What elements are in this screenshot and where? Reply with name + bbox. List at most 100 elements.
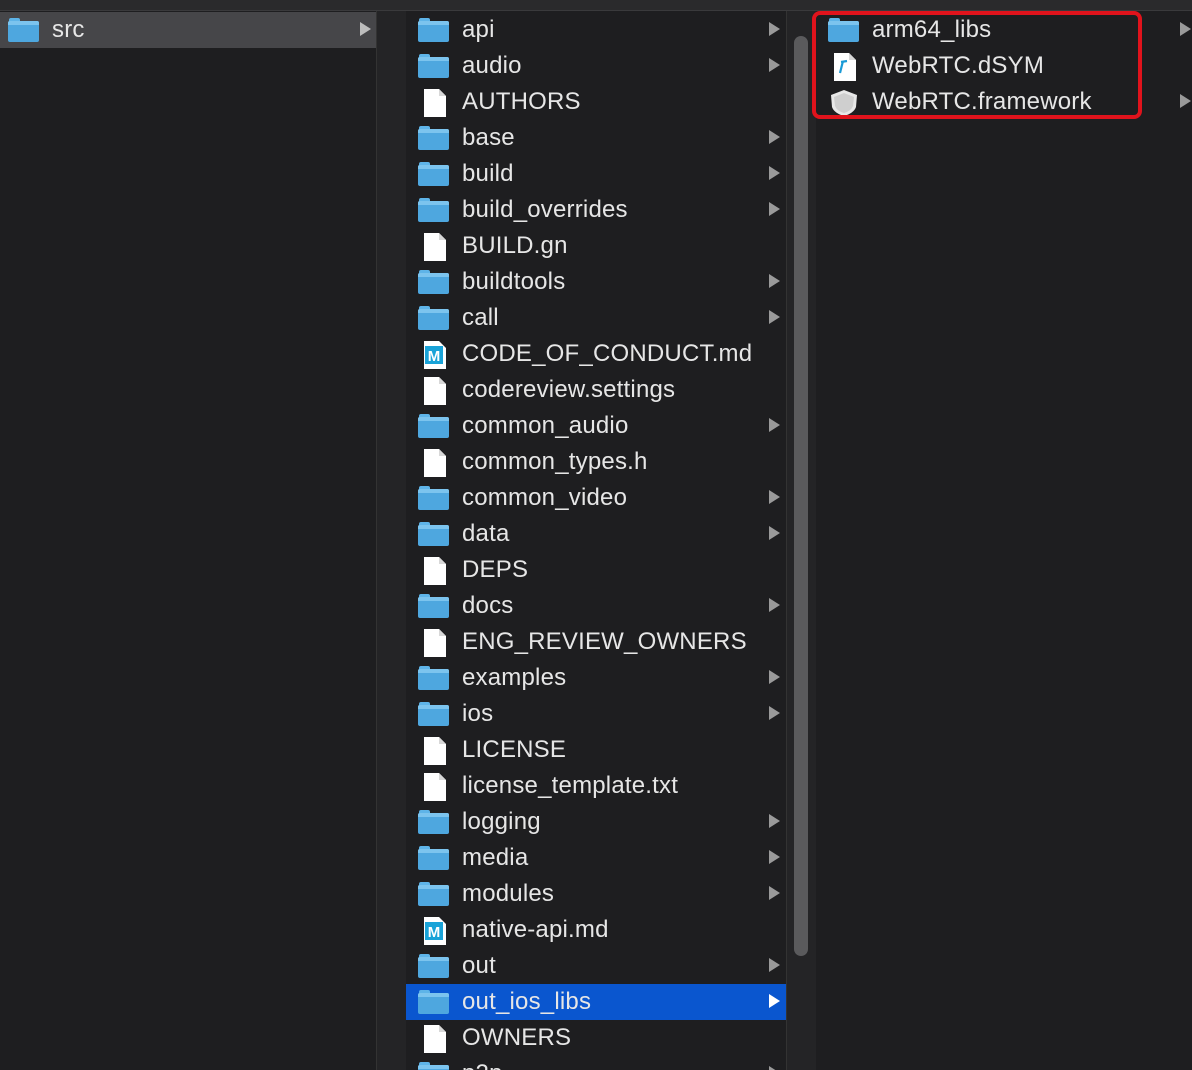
svg-text:M: M [428,924,441,941]
file-row[interactable]: DEPS [406,552,786,588]
column-src-contents[interactable]: api audio AUTHORS base build build_overrides B… [406,11,786,1070]
folder-row[interactable]: media [406,840,786,876]
item-name: build_overrides [462,196,628,223]
document-icon [418,773,450,801]
document-icon [418,89,450,117]
folder-row[interactable]: audio [406,48,786,84]
item-name: examples [462,664,567,691]
folder-icon [418,485,450,511]
folder-icon [418,845,450,871]
file-row[interactable]: ENG_REVIEW_OWNERS [406,624,786,660]
item-name: data [462,520,510,547]
item-name: out_ios_libs [462,988,592,1015]
chevron-right-icon [769,310,780,324]
folder-row[interactable]: p2p [406,1056,786,1070]
markdown-file-icon: M [418,917,450,945]
chevron-right-icon [1180,94,1191,108]
folder-icon [418,125,450,151]
item-name: license_template.txt [462,772,679,799]
folder-row[interactable]: base [406,120,786,156]
item-name: media [462,844,529,871]
folder-icon [418,701,450,727]
item-name: ios [462,700,494,727]
item-name: codereview.settings [462,376,676,403]
chevron-right-icon [769,670,780,684]
file-row[interactable]: common_types.h [406,444,786,480]
document-icon [418,449,450,477]
folder-icon [418,413,450,439]
folder-icon [418,809,450,835]
annotation-highlight-box [812,11,1142,119]
folder-row[interactable]: buildtools [406,264,786,300]
folder-row[interactable]: build_overrides [406,192,786,228]
folder-row[interactable]: modules [406,876,786,912]
item-name: build [462,160,514,187]
chevron-right-icon [1180,22,1191,36]
window-top-edge [0,0,1192,11]
folder-row[interactable]: examples [406,660,786,696]
item-name: ENG_REVIEW_OWNERS [462,628,747,655]
item-name: out [462,952,496,979]
item-name: src [52,16,85,43]
file-row[interactable]: license_template.txt [406,768,786,804]
file-row[interactable]: Mnative-api.md [406,912,786,948]
folder-row[interactable]: logging [406,804,786,840]
chevron-right-icon [769,166,780,180]
item-name: modules [462,880,555,907]
item-name: OWNERS [462,1024,572,1051]
item-name: AUTHORS [462,88,581,115]
folder-icon [418,17,450,43]
folder-icon [418,269,450,295]
folder-row[interactable]: common_audio [406,408,786,444]
item-name: common_types.h [462,448,648,475]
folder-row[interactable]: ios [406,696,786,732]
chevron-right-icon [769,958,780,972]
chevron-right-icon [769,886,780,900]
item-name: logging [462,808,541,835]
document-icon [418,557,450,585]
folder-row[interactable]: src [0,12,376,48]
folder-row[interactable]: out [406,948,786,984]
svg-text:M: M [428,348,441,365]
vertical-scrollbar[interactable] [794,36,808,956]
file-row[interactable]: LICENSE [406,732,786,768]
item-name: p2p [462,1061,503,1070]
folder-icon [418,665,450,691]
column-divider[interactable] [376,11,408,1070]
item-name: buildtools [462,268,566,295]
item-name: common_video [462,484,628,511]
chevron-right-icon [769,22,780,36]
item-name: docs [462,592,514,619]
chevron-right-icon [769,202,780,216]
folder-row[interactable]: call [406,300,786,336]
folder-row[interactable]: data [406,516,786,552]
file-row[interactable]: codereview.settings [406,372,786,408]
folder-icon [418,161,450,187]
column-src-parent[interactable]: src [0,11,376,1070]
folder-row[interactable]: out_ios_libs [406,984,786,1020]
folder-icon [418,305,450,331]
folder-row[interactable]: docs [406,588,786,624]
chevron-right-icon [769,850,780,864]
item-name: base [462,124,515,151]
document-icon [418,377,450,405]
document-icon [418,737,450,765]
column-out-ios-libs-contents[interactable]: arm64_libs WebRTC.dSYM WebRTC.framework [816,11,1192,1070]
folder-icon [418,593,450,619]
chevron-right-icon [769,526,780,540]
file-row[interactable]: OWNERS [406,1020,786,1056]
folder-icon [418,197,450,223]
chevron-right-icon [769,490,780,504]
item-name: common_audio [462,412,629,439]
folder-row[interactable]: api [406,12,786,48]
file-row[interactable]: AUTHORS [406,84,786,120]
document-icon [418,1025,450,1053]
file-row[interactable]: BUILD.gn [406,228,786,264]
folder-icon [8,17,40,43]
folder-icon [418,1061,450,1070]
folder-row[interactable]: common_video [406,480,786,516]
file-row[interactable]: M CODE_OF_CONDUCT.md [406,336,786,372]
folder-icon [418,53,450,79]
item-name: CODE_OF_CONDUCT.md [462,340,753,367]
folder-row[interactable]: build [406,156,786,192]
